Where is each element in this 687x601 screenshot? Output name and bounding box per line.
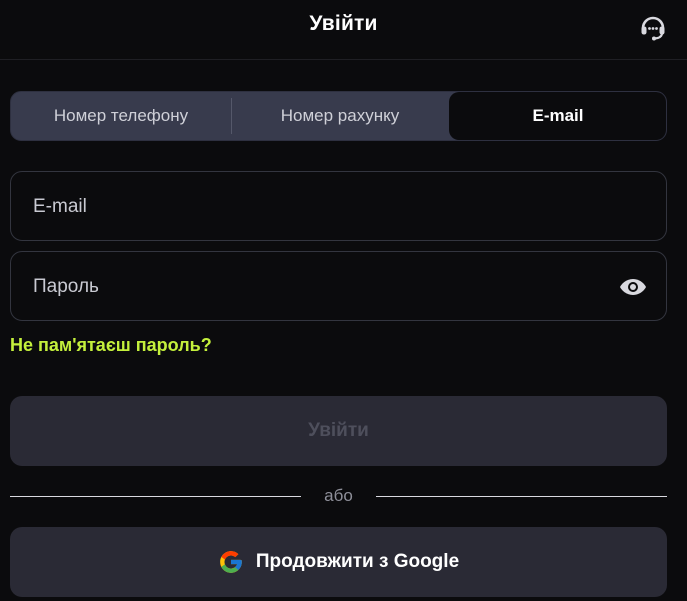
- eye-icon: [620, 279, 646, 295]
- continue-with-google-button[interactable]: Продовжити з Google: [10, 527, 667, 597]
- divider-line-right: [376, 496, 667, 497]
- page-title: Увійти: [309, 12, 378, 35]
- tab-account-number[interactable]: Номер рахунку: [231, 92, 449, 140]
- show-password-button[interactable]: [618, 274, 648, 300]
- login-button[interactable]: Увійти: [10, 396, 667, 466]
- login-method-tabs: Номер телефону Номер рахунку E-mail: [10, 91, 667, 141]
- tab-email[interactable]: E-mail: [449, 92, 666, 140]
- google-button-label: Продовжити з Google: [255, 551, 460, 572]
- email-input[interactable]: [31, 172, 615, 242]
- divider-line-left: [10, 496, 301, 497]
- password-input[interactable]: [31, 252, 615, 322]
- tab-phone-number[interactable]: Номер телефону: [11, 92, 231, 140]
- forgot-password-link[interactable]: Не пам'ятаєш пароль?: [10, 335, 212, 356]
- divider-label: або: [324, 486, 353, 505]
- header: Увійти: [0, 0, 687, 60]
- support-button[interactable]: [636, 10, 670, 44]
- login-screen: Увійти Номер телефону Номер рахунку E-ma…: [0, 0, 687, 601]
- headset-icon: [641, 16, 665, 41]
- password-field-container: [10, 251, 667, 322]
- email-field-container: [10, 171, 667, 242]
- google-icon: [218, 549, 244, 575]
- or-divider: або: [10, 486, 667, 508]
